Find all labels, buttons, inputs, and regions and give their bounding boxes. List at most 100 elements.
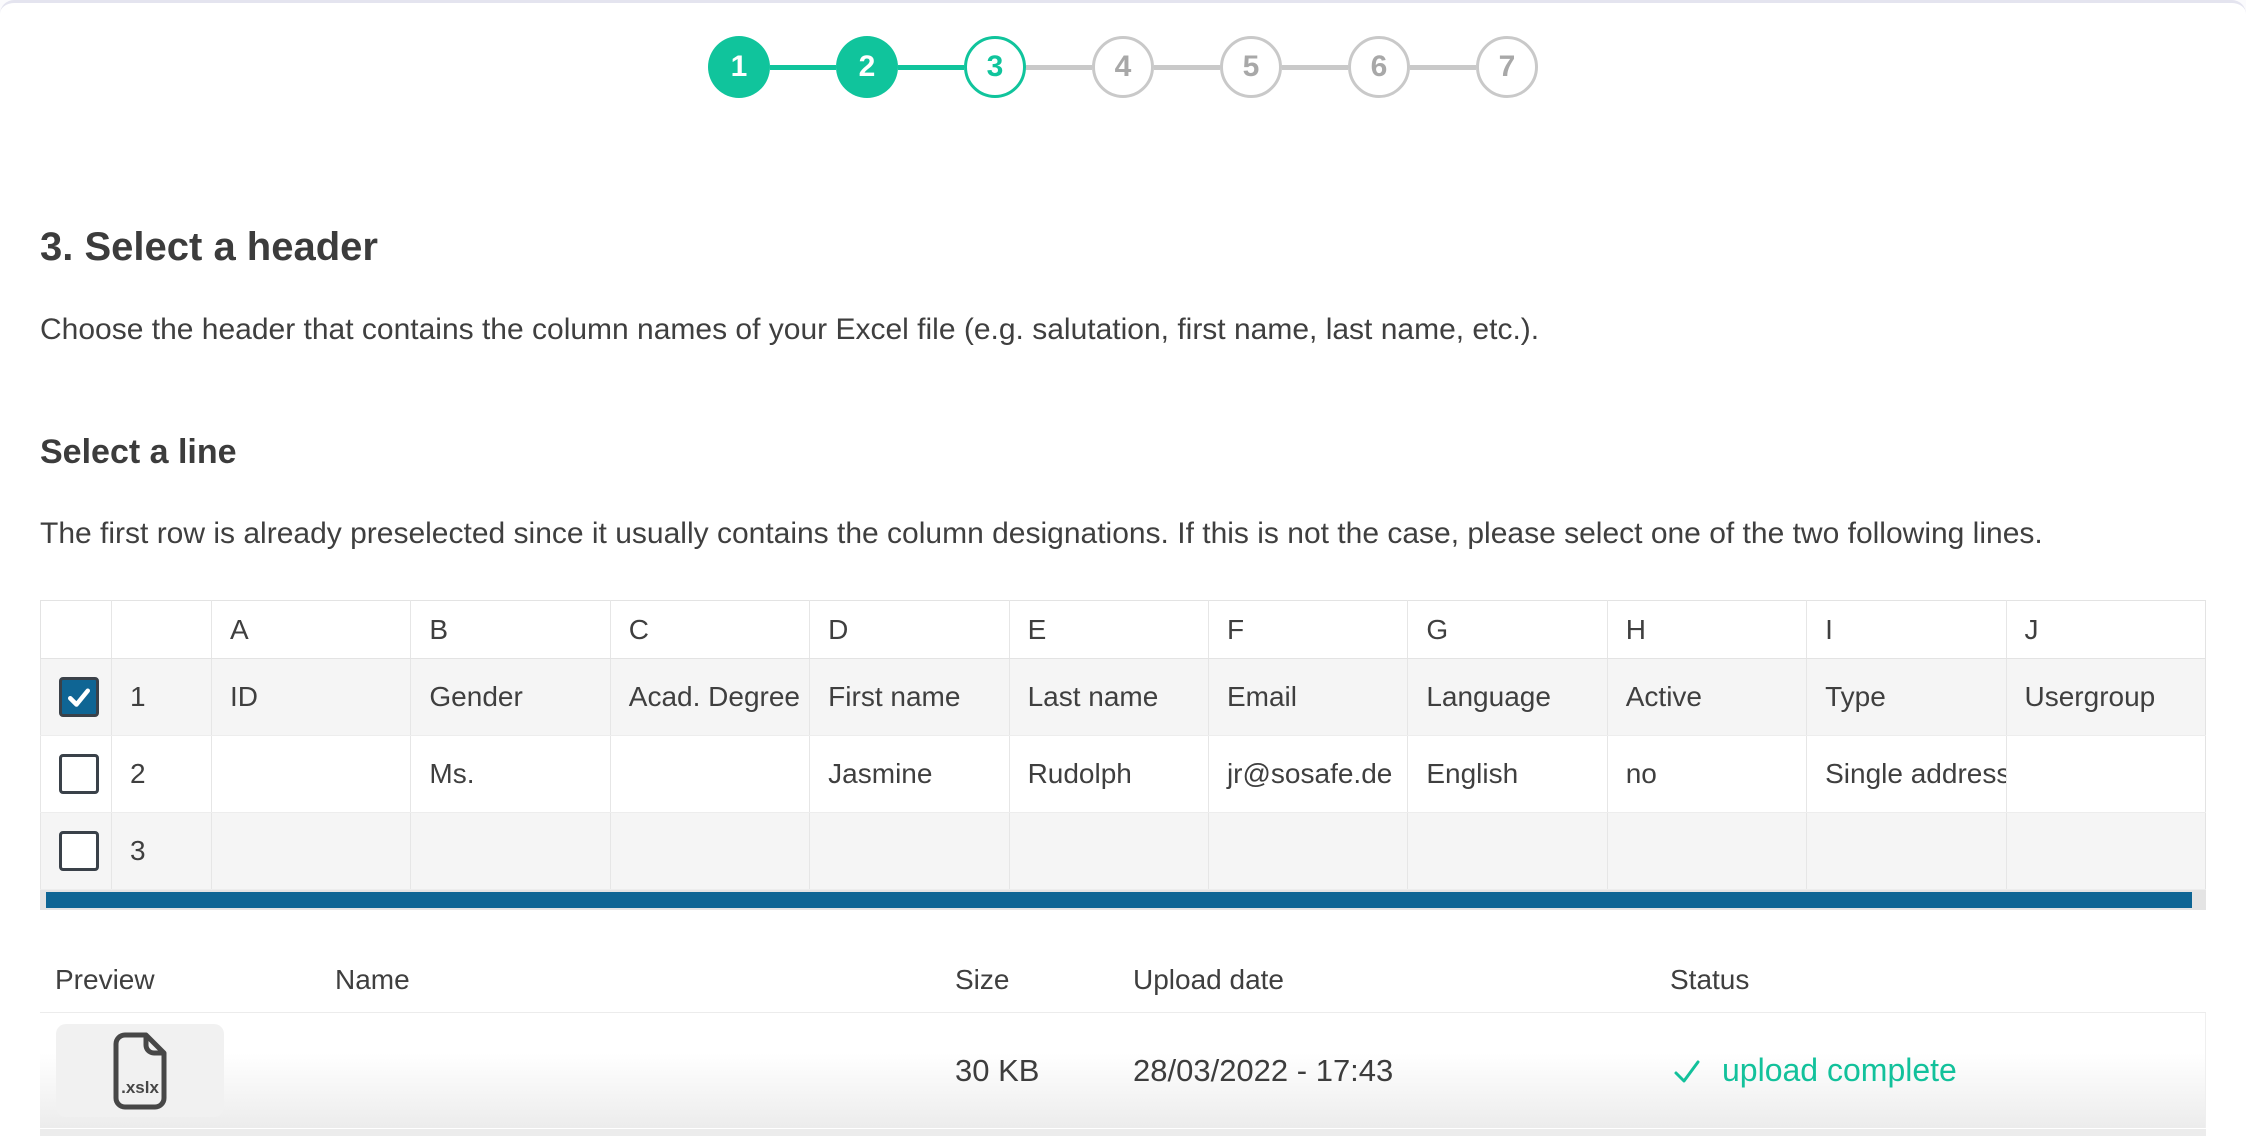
file-size: 30 KB bbox=[955, 1053, 1133, 1089]
cell: Active bbox=[1607, 659, 1806, 736]
check-icon bbox=[1670, 1054, 1704, 1088]
corner-cell bbox=[41, 601, 112, 659]
column-letter-row: A B C D E F G H I J bbox=[41, 601, 2206, 659]
step-number: 4 bbox=[1115, 50, 1132, 84]
cell bbox=[212, 813, 411, 890]
column-letter: D bbox=[810, 601, 1009, 659]
row-1-checkbox[interactable] bbox=[59, 677, 99, 717]
stepper-connector bbox=[770, 65, 836, 70]
stepper-connector bbox=[1410, 65, 1476, 70]
cell bbox=[2006, 736, 2205, 813]
cell bbox=[1208, 813, 1407, 890]
stepper-step-1[interactable]: 1 bbox=[708, 36, 770, 98]
column-letter: G bbox=[1408, 601, 1607, 659]
file-status-label: upload complete bbox=[1722, 1052, 1957, 1089]
file-header-name: Name bbox=[335, 964, 955, 996]
file-header-status: Status bbox=[1670, 964, 2206, 996]
file-xslx-icon: .xslx bbox=[109, 1031, 171, 1111]
cell bbox=[411, 813, 610, 890]
step-number: 2 bbox=[859, 50, 876, 84]
stepper-step-5[interactable]: 5 bbox=[1220, 36, 1282, 98]
cell bbox=[1807, 813, 2006, 890]
cell: ID bbox=[212, 659, 411, 736]
stepper-connector bbox=[898, 65, 964, 70]
column-letter: A bbox=[212, 601, 411, 659]
column-letter: E bbox=[1009, 601, 1208, 659]
cell: Ms. bbox=[411, 736, 610, 813]
column-letter: I bbox=[1807, 601, 2006, 659]
cell: Email bbox=[1208, 659, 1407, 736]
cell bbox=[810, 813, 1009, 890]
cell: Acad. Degree bbox=[610, 659, 809, 736]
cell bbox=[212, 736, 411, 813]
step-number: 3 bbox=[987, 50, 1004, 84]
file-row: .xslx 30 KB 28/03/2022 - 17:43 upload co… bbox=[40, 1013, 2206, 1128]
cell bbox=[1009, 813, 1208, 890]
cell: Single address bbox=[1807, 736, 2006, 813]
cell: English bbox=[1408, 736, 1607, 813]
cell: First name bbox=[810, 659, 1009, 736]
stepper-step-4[interactable]: 4 bbox=[1092, 36, 1154, 98]
select-line-title: Select a line bbox=[40, 434, 2206, 470]
step-number: 5 bbox=[1243, 50, 1260, 84]
file-preview-cell: .xslx bbox=[40, 1024, 335, 1117]
cell bbox=[1607, 813, 1806, 890]
cell: Rudolph bbox=[1009, 736, 1208, 813]
file-preview-tile: .xslx bbox=[56, 1024, 224, 1117]
cell bbox=[610, 813, 809, 890]
column-letter: B bbox=[411, 601, 610, 659]
file-list-header: Preview Name Size Upload date Status bbox=[40, 964, 2206, 1013]
file-upload-date: 28/03/2022 - 17:43 bbox=[1133, 1053, 1670, 1089]
table-row-2: 2 Ms. Jasmine Rudolph jr@sosafe.de Engli… bbox=[41, 736, 2206, 813]
cell: no bbox=[1607, 736, 1806, 813]
row-3-checkbox[interactable] bbox=[59, 831, 99, 871]
stepper-connector bbox=[1282, 65, 1348, 70]
row-number: 2 bbox=[112, 736, 212, 813]
row-2-checkbox[interactable] bbox=[59, 754, 99, 794]
svg-text:.xslx: .xslx bbox=[121, 1078, 159, 1097]
cell: Type bbox=[1807, 659, 2006, 736]
corner-cell bbox=[112, 601, 212, 659]
column-letter: J bbox=[2006, 601, 2205, 659]
horizontal-scrollbar-track[interactable] bbox=[40, 890, 2206, 910]
row-3-checkbox-cell bbox=[41, 813, 112, 890]
step-number: 1 bbox=[731, 50, 748, 84]
cell bbox=[2006, 813, 2205, 890]
file-header-preview: Preview bbox=[40, 964, 335, 996]
page-description: Choose the header that contains the colu… bbox=[40, 312, 2206, 348]
wizard-stepper: 1 2 3 4 5 6 7 bbox=[0, 36, 2246, 98]
row-1-checkbox-cell bbox=[41, 659, 112, 736]
next-row-divider bbox=[40, 1129, 2206, 1136]
table-row-1: 1 ID Gender Acad. Degree First name Last… bbox=[41, 659, 2206, 736]
stepper-step-6[interactable]: 6 bbox=[1348, 36, 1410, 98]
cell: Language bbox=[1408, 659, 1607, 736]
checkbox-check-icon bbox=[64, 682, 94, 712]
cell bbox=[1408, 813, 1607, 890]
column-letter: H bbox=[1607, 601, 1806, 659]
stepper-step-2[interactable]: 2 bbox=[836, 36, 898, 98]
row-2-checkbox-cell bbox=[41, 736, 112, 813]
step-number: 7 bbox=[1499, 50, 1516, 84]
file-status: upload complete bbox=[1670, 1052, 2205, 1089]
cell: Jasmine bbox=[810, 736, 1009, 813]
excel-preview-table: A B C D E F G H I J bbox=[40, 600, 2206, 890]
file-header-size: Size bbox=[955, 964, 1133, 996]
stepper-step-3[interactable]: 3 bbox=[964, 36, 1026, 98]
select-line-description: The first row is already preselected sin… bbox=[40, 516, 2206, 552]
column-letter: C bbox=[610, 601, 809, 659]
row-number: 1 bbox=[112, 659, 212, 736]
cell bbox=[610, 736, 809, 813]
cell: Gender bbox=[411, 659, 610, 736]
import-wizard-page: 1 2 3 4 5 6 7 3. Select a header Choose … bbox=[0, 0, 2246, 1136]
cell: Last name bbox=[1009, 659, 1208, 736]
stepper-step-7[interactable]: 7 bbox=[1476, 36, 1538, 98]
table-row-3: 3 bbox=[41, 813, 2206, 890]
column-letter: F bbox=[1208, 601, 1407, 659]
cell: jr@sosafe.de bbox=[1208, 736, 1407, 813]
page-title: 3. Select a header bbox=[40, 226, 2206, 268]
step-number: 6 bbox=[1371, 50, 1388, 84]
horizontal-scrollbar-thumb[interactable] bbox=[46, 892, 2192, 908]
cell: Usergroup bbox=[2006, 659, 2205, 736]
row-number: 3 bbox=[112, 813, 212, 890]
stepper-connector bbox=[1026, 65, 1092, 70]
